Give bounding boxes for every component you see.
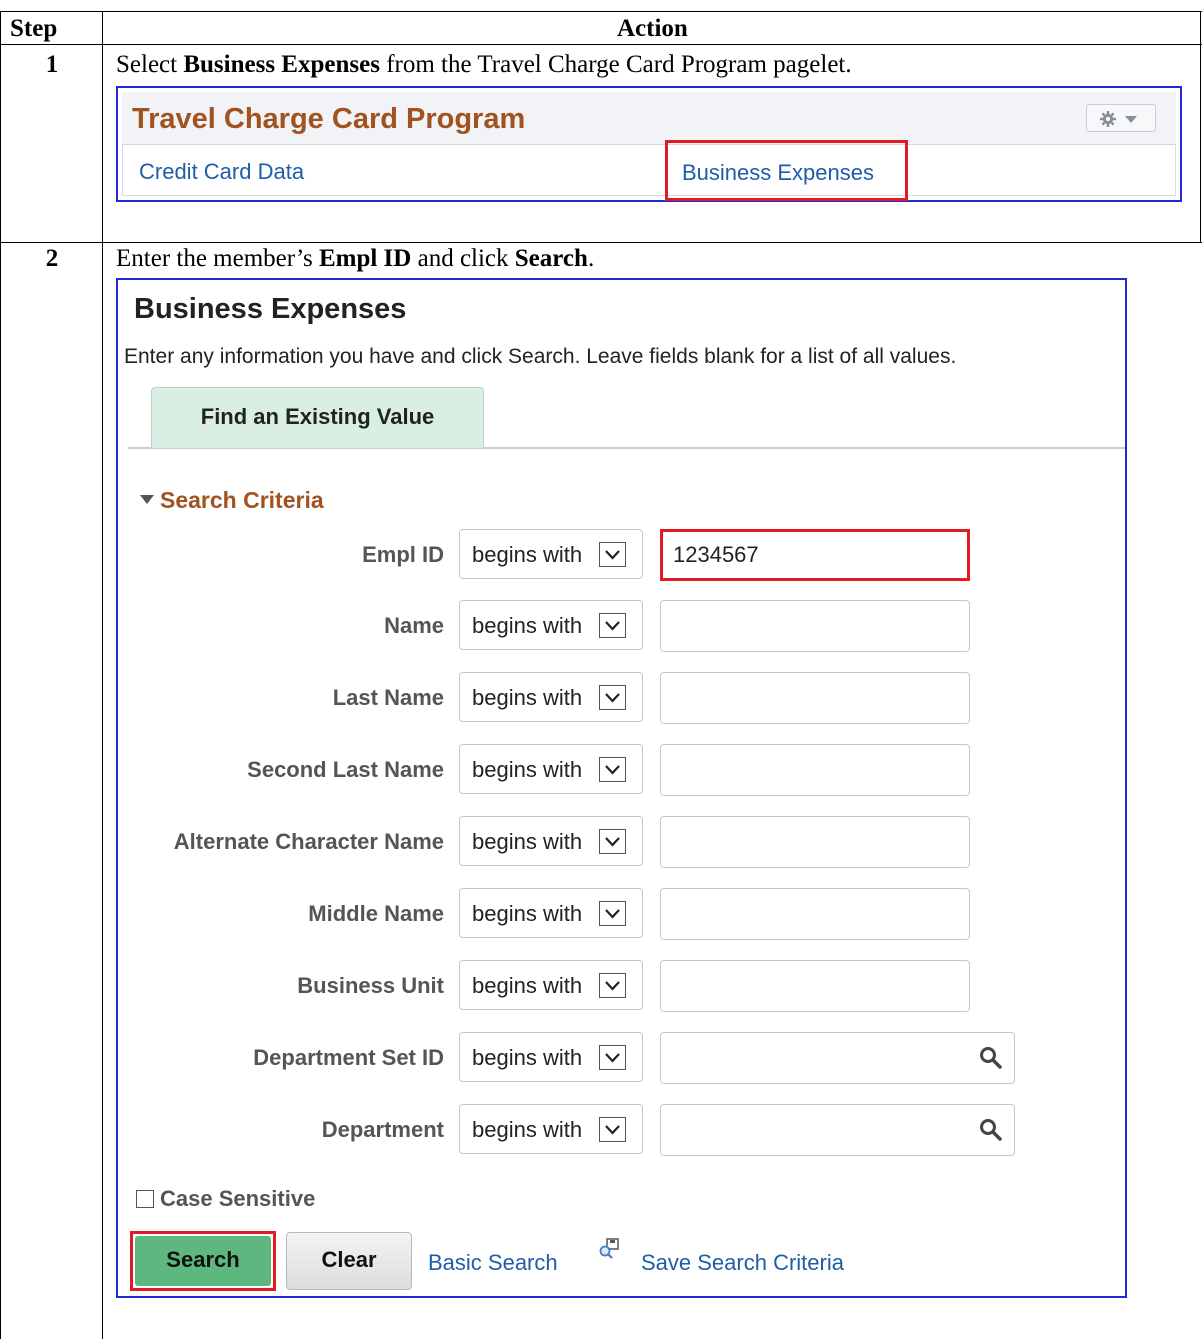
name-input[interactable]	[660, 600, 970, 652]
step-column-divider	[102, 11, 103, 1339]
field-row-middle-name: Middle Name begins with	[118, 888, 1125, 940]
step-number-2: 2	[45, 245, 59, 272]
operator-select[interactable]: begins with	[459, 672, 643, 722]
pagelet-header: Travel Charge Card Program	[122, 92, 1176, 145]
table-top-border	[0, 11, 1202, 12]
dropdown-arrow-icon[interactable]	[599, 542, 626, 567]
pagelet-body: Credit Card Data Business Expenses	[122, 145, 1176, 196]
search-button[interactable]: Search	[130, 1231, 276, 1291]
field-label: Department Set ID	[253, 1045, 444, 1070]
pagelet-settings-button[interactable]	[1086, 104, 1156, 132]
operator-select[interactable]: begins with	[459, 960, 643, 1010]
header-divider	[0, 44, 1202, 45]
operator-select[interactable]: begins with	[459, 1032, 643, 1082]
dropdown-arrow-icon[interactable]	[599, 1045, 626, 1070]
operator-select[interactable]: begins with	[459, 600, 643, 650]
collapse-triangle-icon	[140, 495, 154, 505]
middle-name-input[interactable]	[660, 888, 970, 940]
operator-select[interactable]: begins with	[459, 529, 643, 579]
field-row-name: Name begins with	[118, 600, 1125, 652]
table-right-border	[1200, 11, 1201, 243]
step-number-1: 1	[45, 51, 59, 78]
credit-card-data-link[interactable]: Credit Card Data	[139, 159, 304, 185]
field-row-department-set-id: Department Set ID begins with	[118, 1032, 1125, 1084]
field-label: Name	[384, 613, 444, 638]
field-label: Department	[321, 1117, 444, 1142]
save-search-icon[interactable]	[598, 1238, 620, 1260]
chevron-down-icon	[1125, 116, 1137, 123]
field-row-last-name: Last Name begins with	[118, 672, 1125, 724]
search-criteria-header[interactable]: Search Criteria	[140, 486, 324, 514]
dropdown-arrow-icon[interactable]	[599, 973, 626, 998]
field-row-department: Department begins with	[118, 1104, 1125, 1156]
operator-select[interactable]: begins with	[459, 888, 643, 938]
step-2-instruction: Enter the member’s Empl ID and click Sea…	[116, 245, 595, 272]
page-title: Business Expenses	[134, 293, 407, 325]
tab-find-existing-value[interactable]: Find an Existing Value	[151, 387, 484, 448]
department-input[interactable]	[660, 1104, 1015, 1156]
basic-search-link[interactable]: Basic Search	[428, 1250, 558, 1276]
clear-button[interactable]: Clear	[286, 1232, 412, 1290]
dropdown-arrow-icon[interactable]	[599, 901, 626, 926]
case-sensitive-option[interactable]: Case Sensitive	[136, 1186, 315, 1212]
alternate-character-name-input[interactable]	[660, 816, 970, 868]
search-lookup-icon[interactable]	[978, 1045, 1004, 1071]
business-unit-input[interactable]	[660, 960, 970, 1012]
operator-select[interactable]: begins with	[459, 1104, 643, 1154]
operator-select[interactable]: begins with	[459, 816, 643, 866]
dropdown-arrow-icon[interactable]	[599, 757, 626, 782]
field-label: Alternate Character Name	[173, 829, 444, 854]
dropdown-arrow-icon[interactable]	[599, 829, 626, 854]
last-name-input[interactable]	[660, 672, 970, 724]
case-sensitive-checkbox[interactable]	[136, 1190, 154, 1208]
save-search-criteria-link[interactable]: Save Search Criteria	[641, 1250, 844, 1276]
travel-charge-card-pagelet: Travel Charge Card Program Credit Card D…	[116, 86, 1182, 202]
table-left-border	[0, 11, 1, 1339]
field-label: Empl ID	[362, 542, 444, 567]
header-step: Step	[10, 15, 58, 42]
field-row-empl-id: Empl ID begins with	[118, 529, 1125, 581]
field-label: Last Name	[332, 685, 444, 710]
row-divider	[0, 242, 1202, 243]
operator-select[interactable]: begins with	[459, 744, 643, 794]
highlight-box-business-expenses	[665, 140, 908, 201]
gear-icon	[1100, 111, 1137, 127]
field-row-second-last-name: Second Last Name begins with	[118, 744, 1125, 796]
field-row-alternate-character-name: Alternate Character Name begins with	[118, 816, 1125, 868]
department-set-id-input[interactable]	[660, 1032, 1015, 1084]
empl-id-input[interactable]	[660, 529, 970, 581]
search-lookup-icon[interactable]	[978, 1117, 1004, 1143]
page-instructions: Enter any information you have and click…	[124, 345, 957, 368]
dropdown-arrow-icon[interactable]	[599, 685, 626, 710]
header-action: Action	[617, 15, 688, 42]
dropdown-arrow-icon[interactable]	[599, 1117, 626, 1142]
field-label: Second Last Name	[247, 757, 444, 782]
field-row-business-unit: Business Unit begins with	[118, 960, 1125, 1012]
field-label: Middle Name	[308, 901, 444, 926]
field-label: Business Unit	[297, 973, 444, 998]
step-1-instruction: Select Business Expenses from the Travel…	[116, 51, 852, 78]
second-last-name-input[interactable]	[660, 744, 970, 796]
dropdown-arrow-icon[interactable]	[599, 613, 626, 638]
business-expenses-search-page: Business Expenses Enter any information …	[116, 278, 1127, 1298]
pagelet-title: Travel Charge Card Program	[132, 103, 526, 135]
